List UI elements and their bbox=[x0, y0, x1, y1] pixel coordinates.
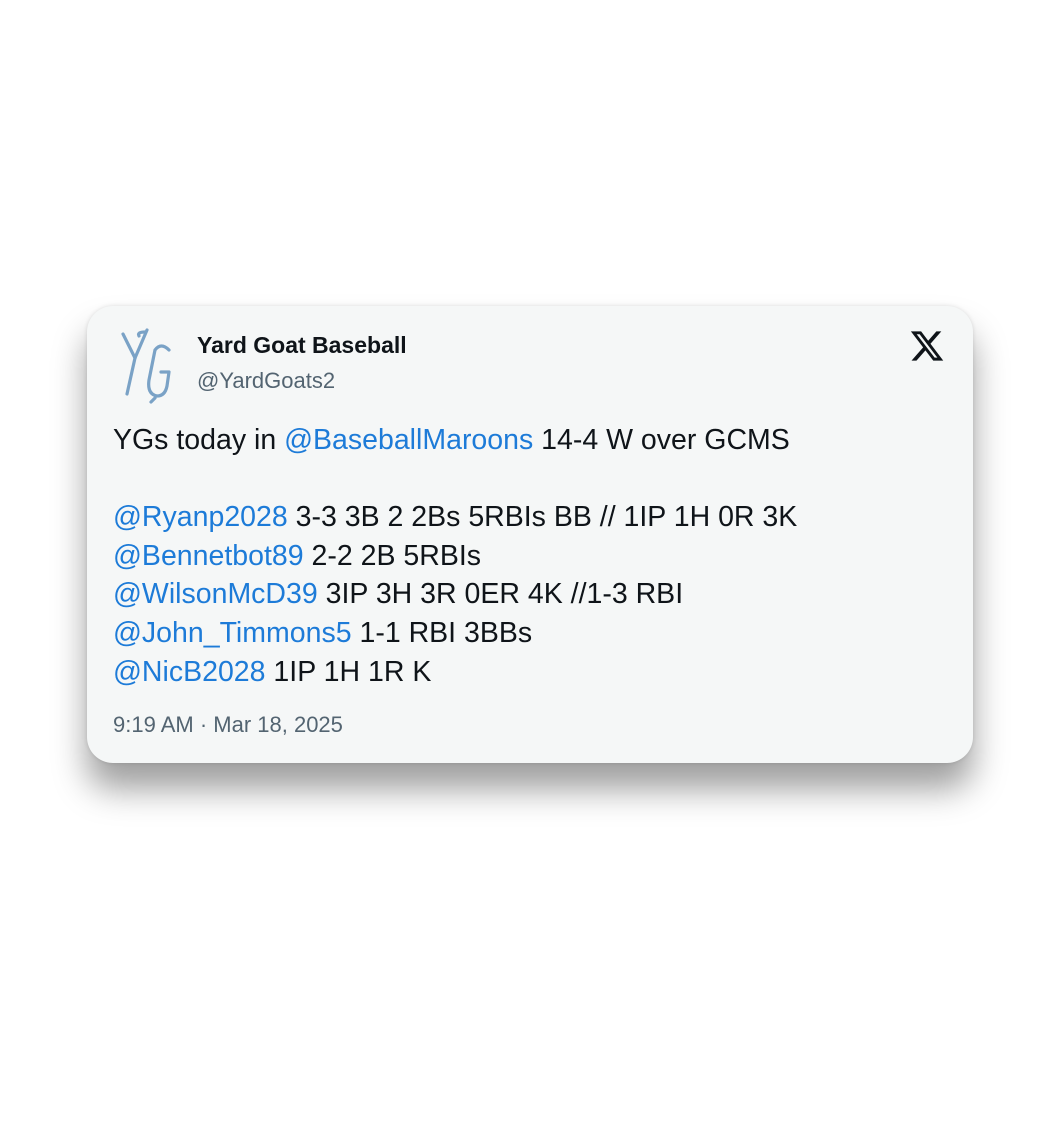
tweet-text-segment: YGs today in bbox=[113, 424, 285, 456]
tweet-line: @John_Timmons5 1-1 RBI 3BBs bbox=[113, 614, 953, 653]
mention-link[interactable]: @WilsonMcD39 bbox=[113, 578, 318, 610]
tweet-line: @Bennetbot89 2-2 2B 5RBIs bbox=[113, 537, 953, 576]
tweet-timestamp[interactable]: 9:19 AM · Mar 18, 2025 bbox=[113, 712, 343, 738]
mention-link[interactable]: @Ryanp2028 bbox=[113, 501, 288, 533]
display-name[interactable]: Yard Goat Baseball bbox=[197, 332, 407, 359]
tweet-text-segment: 14-4 W over GCMS bbox=[533, 424, 790, 456]
tweet-text-segment: 3IP 3H 3R 0ER 4K //1-3 RBI bbox=[317, 578, 684, 611]
tweet-line: YGs today in @BaseballMaroons 14-4 W ove… bbox=[113, 421, 953, 460]
tweet-line: @WilsonMcD39 3IP 3H 3R 0ER 4K //1-3 RBI bbox=[113, 575, 953, 614]
tweet-text-segment: 1IP 1H 1R K bbox=[265, 655, 432, 688]
tweet-text: YGs today in @BaseballMaroons 14-4 W ove… bbox=[113, 421, 953, 691]
avatar[interactable] bbox=[115, 324, 187, 404]
tweet-line: @NicB2028 1IP 1H 1R K bbox=[113, 653, 953, 692]
mention-link[interactable]: @Bennetbot89 bbox=[113, 540, 304, 572]
tweet-text-segment: 3-3 3B 2 2Bs 5RBIs BB // 1IP 1H 0R 3K bbox=[287, 501, 798, 534]
mention-link[interactable]: @NicB2028 bbox=[113, 656, 266, 688]
tweet-text-segment: 1-1 RBI 3BBs bbox=[351, 616, 533, 649]
mention-link[interactable]: @BaseballMaroons bbox=[284, 424, 533, 456]
mention-link[interactable]: @John_Timmons5 bbox=[113, 617, 352, 649]
tweet-line: @Ryanp2028 3-3 3B 2 2Bs 5RBIs BB // 1IP … bbox=[113, 498, 953, 537]
tweet-text-segment: 2-2 2B 5RBIs bbox=[303, 539, 482, 572]
tweet-card: Yard Goat Baseball @YardGoats2 YGs today… bbox=[87, 306, 973, 763]
x-logo-icon[interactable] bbox=[909, 328, 945, 364]
yg-logo-icon bbox=[121, 328, 171, 404]
user-handle[interactable]: @YardGoats2 bbox=[197, 368, 335, 394]
